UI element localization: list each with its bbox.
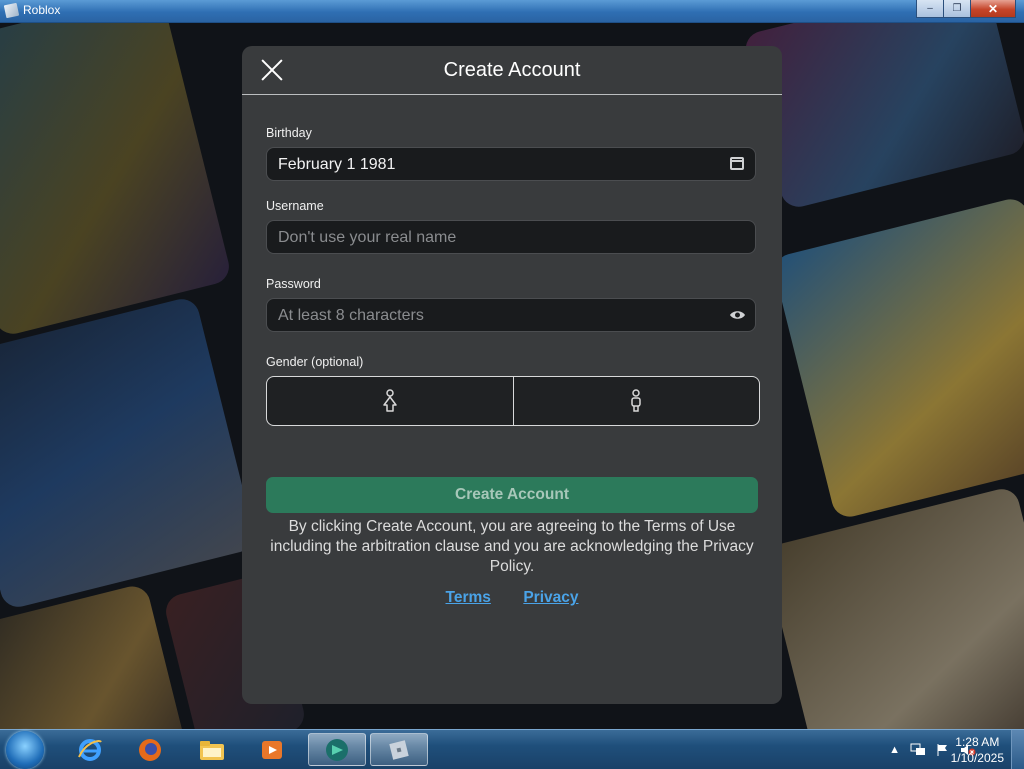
roblox-icon[interactable] [370,733,428,766]
privacy-link[interactable]: Privacy [523,589,578,606]
gender-male-button[interactable] [512,377,760,425]
internet-explorer-icon[interactable] [72,733,108,766]
dialog-header: Create Account [242,46,782,95]
birthday-field[interactable]: February 1 1981 [266,147,756,181]
terms-link[interactable]: Terms [446,589,491,606]
taskbar: ▲ 1:28 AM 1/10/2025 [0,729,1024,769]
taskbar-clock[interactable]: 1:28 AM 1/10/2025 [951,734,1004,766]
password-field[interactable]: At least 8 characters [266,298,756,332]
birthday-label: Birthday [266,126,312,140]
gender-selector [266,376,760,426]
gender-female-button[interactable] [267,377,513,425]
roblox-app-icon [3,2,20,19]
dialog-title: Create Account [443,59,581,81]
firefox-icon[interactable] [132,733,168,766]
action-center-flag-icon[interactable] [936,743,950,757]
show-desktop-button[interactable] [1011,730,1024,769]
tray-expand-icon[interactable]: ▲ [889,744,900,756]
window-close-button[interactable]: ✕ [970,0,1016,18]
legal-links: Terms Privacy [242,589,782,607]
clock-time: 1:28 AM [955,735,1000,749]
legal-text: By clicking Create Account, you are agre… [270,518,754,575]
birthday-value: February 1 1981 [278,156,396,173]
media-player-icon[interactable] [254,733,290,766]
username-field[interactable]: Don't use your real name [266,220,756,254]
restore-button[interactable]: ❐ [943,0,971,18]
male-icon [631,389,641,412]
remote-app-icon[interactable] [308,733,366,766]
clock-date: 1/10/2025 [950,751,1004,765]
gender-label: Gender (optional) [266,355,364,369]
create-account-button[interactable]: Create Account [266,477,758,513]
minimize-button[interactable]: – [916,0,944,18]
username-placeholder: Don't use your real name [278,229,457,246]
password-placeholder: At least 8 characters [278,307,424,324]
file-explorer-icon[interactable] [194,733,230,766]
eye-icon[interactable] [729,309,746,321]
network-icon[interactable] [910,743,926,757]
female-icon [383,389,397,412]
window-titlebar: Roblox – ❐ ✕ [0,0,1024,23]
calendar-icon[interactable] [730,157,744,170]
window-title: Roblox [23,3,61,17]
create-account-dialog: Create Account Birthday February 1 1981 … [242,46,782,704]
password-label: Password [266,277,321,291]
window-controls: – ❐ ✕ [916,0,1016,18]
username-label: Username [266,199,324,213]
start-button[interactable] [6,731,44,769]
